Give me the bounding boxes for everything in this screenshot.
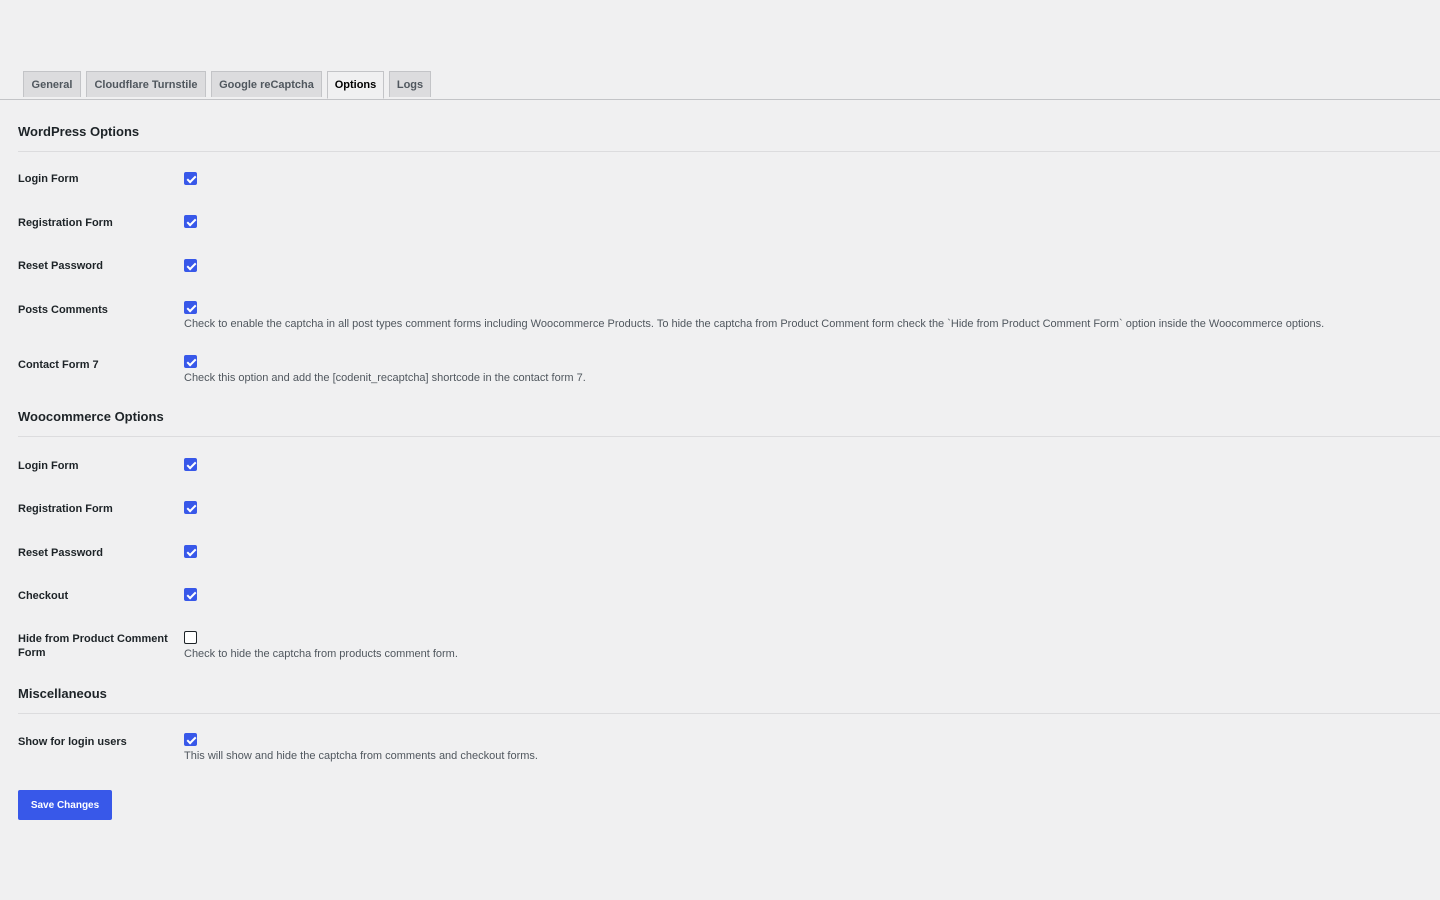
tab-google-recaptcha[interactable]: Google reCaptcha (211, 71, 322, 97)
checkbox-wc-checkout[interactable] (184, 588, 197, 601)
checkbox-wp-posts-comments[interactable] (184, 301, 197, 314)
label-wp-registration-form: Registration Form (18, 217, 113, 229)
checkbox-wp-registration-form[interactable] (184, 215, 197, 228)
section-divider (18, 713, 1440, 714)
section-divider (18, 436, 1440, 437)
description-show-for-login-users: This will show and hide the captcha from… (184, 750, 538, 762)
label-wp-contact-form-7: Contact Form 7 (18, 359, 99, 371)
checkbox-wc-hide-product-comment-form[interactable] (184, 631, 197, 644)
checkbox-wp-login-form[interactable] (184, 172, 197, 185)
label-wc-reset-password: Reset Password (18, 547, 103, 559)
label-show-for-login-users: Show for login users (18, 736, 127, 748)
tab-general[interactable]: General (23, 71, 81, 97)
nav-tabs: General Cloudflare Turnstile Google reCa… (0, 71, 1440, 100)
save-changes-button[interactable]: Save Changes (18, 790, 112, 820)
section-title-woocommerce: Woocommerce Options (18, 409, 164, 424)
label-wc-hide-product-comment-form: Hide from Product Comment Form (18, 633, 168, 659)
section-divider (18, 151, 1440, 152)
section-title-wordpress: WordPress Options (18, 124, 140, 139)
label-wp-login-form: Login Form (18, 173, 79, 185)
label-wc-login-form: Login Form (18, 460, 79, 472)
label-wc-checkout: Checkout (18, 590, 69, 602)
label-wc-registration-form: Registration Form (18, 503, 113, 515)
tab-logs[interactable]: Logs (389, 71, 431, 97)
settings-page: General Cloudflare Turnstile Google reCa… (0, 0, 1440, 900)
checkbox-wc-login-form[interactable] (184, 458, 197, 471)
description-wp-posts-comments: Check to enable the captcha in all post … (184, 318, 1325, 330)
description-wc-hide-product-comment-form: Check to hide the captcha from products … (184, 648, 458, 660)
checkbox-wp-contact-form-7[interactable] (184, 355, 197, 368)
label-wp-posts-comments: Posts Comments (18, 304, 108, 316)
checkbox-show-for-login-users[interactable] (184, 733, 197, 746)
description-wp-contact-form-7: Check this option and add the [codenit_r… (184, 372, 586, 384)
section-title-miscellaneous: Miscellaneous (18, 686, 107, 701)
checkbox-wp-reset-password[interactable] (184, 259, 197, 272)
tab-options[interactable]: Options (327, 71, 384, 99)
label-wp-reset-password: Reset Password (18, 260, 103, 272)
checkbox-wc-registration-form[interactable] (184, 501, 197, 514)
checkbox-wc-reset-password[interactable] (184, 545, 197, 558)
tab-cloudflare-turnstile[interactable]: Cloudflare Turnstile (86, 71, 206, 97)
